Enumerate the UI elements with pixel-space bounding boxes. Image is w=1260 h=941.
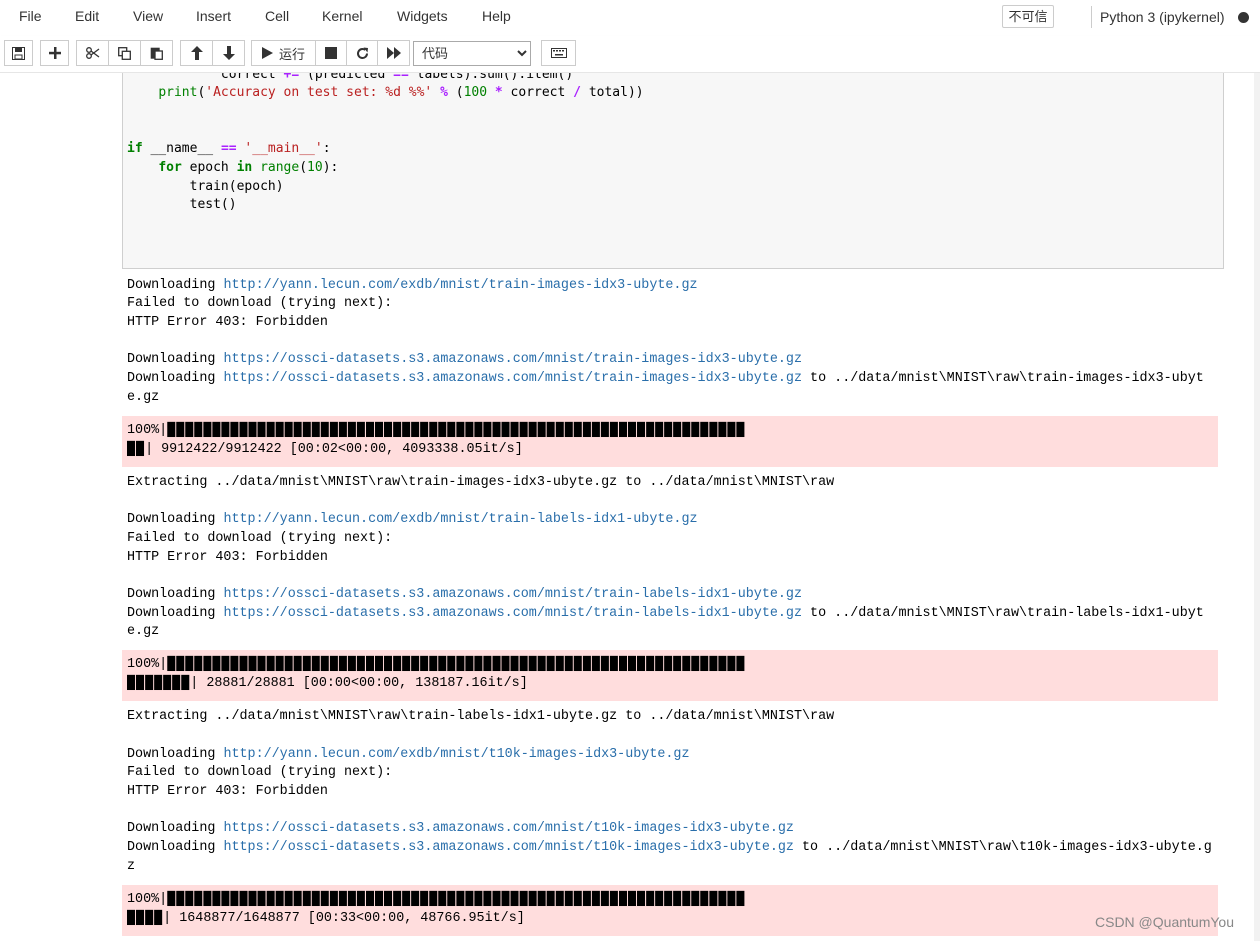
output-line: Downloading http://yann.lecun.com/exdb/m… <box>127 278 698 293</box>
output-line: Downloading https://ossci-datasets.s3.am… <box>127 371 1204 386</box>
menu-file[interactable]: File <box>19 8 42 24</box>
menu-view[interactable]: View <box>133 8 163 24</box>
notebook-area: correct += (predicted == labels).sum().i… <box>0 73 1260 941</box>
menu-help[interactable]: Help <box>482 8 511 24</box>
code-cell-input[interactable]: correct += (predicted == labels).sum().i… <box>122 73 1224 269</box>
output-line: Failed to download (trying next): <box>127 765 393 780</box>
stderr-progress-output: 100%|███████████████████████████████████… <box>122 650 1218 701</box>
restart-icon <box>356 47 368 59</box>
restart-button[interactable] <box>346 40 378 66</box>
code-line: print('Accuracy on test set: %d %%' % (1… <box>158 85 644 100</box>
move-up-button[interactable] <box>180 40 213 66</box>
insert-cell-button[interactable] <box>40 40 69 66</box>
code-line: for epoch in range(10): <box>158 160 339 175</box>
menu-insert[interactable]: Insert <box>196 8 231 24</box>
fast-forward-icon <box>386 47 401 59</box>
output-link[interactable]: https://ossci-datasets.s3.amazonaws.com/… <box>223 821 794 836</box>
interrupt-button[interactable] <box>315 40 347 66</box>
menu-widgets[interactable]: Widgets <box>397 8 448 24</box>
output-link[interactable]: https://ossci-datasets.s3.amazonaws.com/… <box>223 840 794 855</box>
command-palette-button[interactable] <box>541 40 576 66</box>
kernel-busy-indicator-icon <box>1238 12 1249 23</box>
progress-bar-line: 100%|███████████████████████████████████… <box>127 657 746 672</box>
kernel-separator <box>1091 6 1092 28</box>
output-line: Downloading https://ossci-datasets.s3.am… <box>127 840 1212 855</box>
save-button[interactable] <box>4 40 33 66</box>
progress-bar-line: ██| 9912422/9912422 [00:02<00:00, 409333… <box>127 442 523 457</box>
output-link[interactable]: https://ossci-datasets.s3.amazonaws.com/… <box>223 371 802 386</box>
restart-run-all-button[interactable] <box>377 40 410 66</box>
copy-icon <box>118 46 131 60</box>
plus-icon <box>48 47 61 59</box>
progress-bar-line: 100%|███████████████████████████████████… <box>127 892 746 907</box>
toolbar: 运行 代码 <box>0 36 1260 73</box>
move-down-button[interactable] <box>212 40 245 66</box>
output-line: Downloading https://ossci-datasets.s3.am… <box>127 606 1204 621</box>
copy-button[interactable] <box>108 40 141 66</box>
paste-icon <box>150 47 163 60</box>
output-link[interactable]: https://ossci-datasets.s3.amazonaws.com/… <box>223 352 802 367</box>
cut-button[interactable] <box>76 40 109 66</box>
keyboard-icon <box>550 48 567 58</box>
output-line: Failed to download (trying next): <box>127 531 393 546</box>
output-line: Downloading https://ossci-datasets.s3.am… <box>127 821 794 836</box>
menu-edit[interactable]: Edit <box>75 8 99 24</box>
output-link[interactable]: http://yann.lecun.com/exdb/mnist/train-i… <box>223 278 697 293</box>
output-line: Extracting ../data/mnist\MNIST\raw\train… <box>127 709 835 724</box>
run-button[interactable]: 运行 <box>251 40 316 66</box>
trust-indicator-button[interactable]: 不可信 <box>1002 5 1054 28</box>
run-button-label: 运行 <box>278 46 305 62</box>
menubar: File Edit View Insert Cell Kernel Widget… <box>0 0 1260 34</box>
code-line: if __name__ == '__main__': <box>127 141 331 156</box>
code-line: train(epoch) <box>189 179 284 194</box>
progress-bar-line: ████| 1648877/1648877 [00:33<00:00, 4876… <box>127 911 525 926</box>
output-line: Downloading https://ossci-datasets.s3.am… <box>127 352 803 367</box>
output-line: HTTP Error 403: Forbidden <box>127 550 328 565</box>
arrow-up-icon <box>190 46 203 60</box>
output-line: Failed to download (trying next): <box>127 296 393 311</box>
output-line: HTTP Error 403: Forbidden <box>127 784 328 799</box>
code-line: test() <box>189 197 237 212</box>
arrow-down-icon <box>222 46 235 60</box>
play-icon <box>261 47 273 59</box>
code-line: correct += (predicted == labels).sum().i… <box>220 73 574 82</box>
cut-icon <box>85 47 99 59</box>
output-line: Extracting ../data/mnist\MNIST\raw\train… <box>127 475 835 490</box>
cell-type-select[interactable]: 代码 <box>413 41 531 66</box>
menu-cell[interactable]: Cell <box>265 8 289 24</box>
save-icon <box>12 46 25 60</box>
menu-kernel[interactable]: Kernel <box>322 8 362 24</box>
paste-button[interactable] <box>140 40 173 66</box>
progress-bar-line: ███████| 28881/28881 [00:00<00:00, 13818… <box>127 676 528 691</box>
progress-bar-line: 100%|███████████████████████████████████… <box>127 423 746 438</box>
watermark: CSDN @QuantumYou <box>1095 914 1234 930</box>
output-line: Downloading http://yann.lecun.com/exdb/m… <box>127 512 698 527</box>
output-line: Downloading http://yann.lecun.com/exdb/m… <box>127 747 690 762</box>
output-link[interactable]: http://yann.lecun.com/exdb/mnist/t10k-im… <box>223 747 689 762</box>
output-line: e.gz <box>127 624 160 639</box>
output-line: z <box>127 859 136 874</box>
stderr-progress-output: 100%|███████████████████████████████████… <box>122 416 1218 467</box>
kernel-name[interactable]: Python 3 (ipykernel) <box>1100 9 1225 25</box>
output-line: Downloading https://ossci-datasets.s3.am… <box>127 587 803 602</box>
output-link[interactable]: https://ossci-datasets.s3.amazonaws.com/… <box>223 587 802 602</box>
output-link[interactable]: https://ossci-datasets.s3.amazonaws.com/… <box>223 606 802 621</box>
output-line: HTTP Error 403: Forbidden <box>127 315 328 330</box>
page-scrollbar[interactable] <box>1254 73 1260 941</box>
stop-icon <box>325 47 337 59</box>
stderr-progress-output: 100%|███████████████████████████████████… <box>122 885 1218 936</box>
output-link[interactable]: http://yann.lecun.com/exdb/mnist/train-l… <box>223 512 697 527</box>
output-line: e.gz <box>127 390 160 405</box>
